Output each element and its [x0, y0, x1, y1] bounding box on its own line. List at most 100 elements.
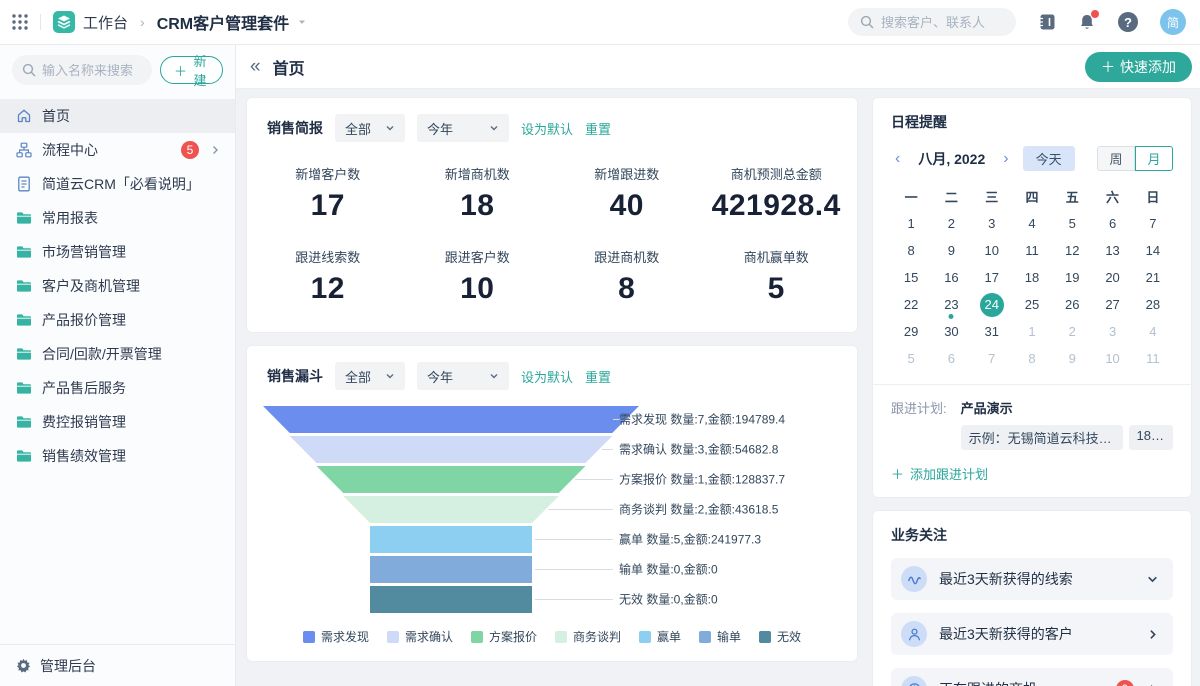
- today-button[interactable]: 今天: [1023, 146, 1075, 171]
- funnel-segment-4[interactable]: [370, 526, 532, 553]
- sidebar-item-5[interactable]: 客户及商机管理: [0, 269, 235, 303]
- calendar-day[interactable]: 1: [1012, 318, 1052, 345]
- calendar-day[interactable]: 2: [931, 210, 971, 237]
- brief-period-select[interactable]: 今年: [417, 114, 509, 142]
- calendar-day[interactable]: 16: [931, 264, 971, 291]
- calendar-day[interactable]: 3: [1092, 318, 1132, 345]
- legend-item-0[interactable]: 需求发现: [303, 628, 369, 645]
- notifications-bell-icon[interactable]: [1078, 13, 1096, 31]
- funnel-segment-5[interactable]: [370, 556, 532, 583]
- sidebar-item-9[interactable]: 费控报销管理: [0, 405, 235, 439]
- calendar-day[interactable]: 26: [1052, 291, 1092, 318]
- calendar-day[interactable]: 11: [1133, 345, 1173, 372]
- calendar-day-selected[interactable]: 24: [972, 291, 1012, 318]
- sidebar-item-7[interactable]: 合同/回款/开票管理: [0, 337, 235, 371]
- calendar-day[interactable]: 15: [891, 264, 931, 291]
- calendar-day[interactable]: 5: [1052, 210, 1092, 237]
- legend-item-6[interactable]: 无效: [759, 628, 801, 645]
- legend-item-3[interactable]: 商务谈判: [555, 628, 621, 645]
- sidebar-item-10[interactable]: 销售绩效管理: [0, 439, 235, 473]
- month-toggle-button[interactable]: 月: [1135, 146, 1173, 171]
- calendar-day[interactable]: 23: [931, 291, 971, 318]
- sidebar-search[interactable]: [12, 55, 152, 85]
- workspace-label[interactable]: 工作台: [83, 12, 128, 33]
- calendar-day[interactable]: 8: [891, 237, 931, 264]
- calendar-day[interactable]: 7: [972, 345, 1012, 372]
- funnel-segment-2[interactable]: [317, 466, 586, 493]
- brief-scope-select[interactable]: 全部: [335, 114, 405, 142]
- followup-title[interactable]: 产品演示: [961, 398, 1173, 417]
- funnel-segment-0[interactable]: [263, 406, 639, 433]
- calendar-day[interactable]: 7: [1133, 210, 1173, 237]
- global-search-input[interactable]: [881, 15, 996, 30]
- calendar-day[interactable]: 9: [931, 237, 971, 264]
- sidebar-item-6[interactable]: 产品报价管理: [0, 303, 235, 337]
- calendar-day[interactable]: 2: [1052, 318, 1092, 345]
- calendar-day[interactable]: 13: [1092, 237, 1132, 264]
- calendar-day[interactable]: 4: [1133, 318, 1173, 345]
- calendar-day[interactable]: 10: [1092, 345, 1132, 372]
- funnel-set-default-link[interactable]: 设为默认: [521, 367, 573, 386]
- funnel-reset-link[interactable]: 重置: [585, 367, 611, 386]
- add-followup-link[interactable]: ＋ 添加跟进计划: [891, 464, 1173, 483]
- app-switch-caret-icon[interactable]: [297, 17, 307, 27]
- funnel-segment-3[interactable]: [343, 496, 559, 523]
- legend-item-2[interactable]: 方案报价: [471, 628, 537, 645]
- calendar-day[interactable]: 30: [931, 318, 971, 345]
- calendar-day[interactable]: 1: [891, 210, 931, 237]
- sidebar-item-0[interactable]: 首页: [0, 99, 235, 133]
- calendar-day[interactable]: 12: [1052, 237, 1092, 264]
- contacts-book-icon[interactable]: [1038, 13, 1056, 31]
- sidebar-item-8[interactable]: 产品售后服务: [0, 371, 235, 405]
- calendar-day[interactable]: 19: [1052, 264, 1092, 291]
- calendar-day[interactable]: 3: [972, 210, 1012, 237]
- calendar-day[interactable]: 9: [1052, 345, 1092, 372]
- calendar-day[interactable]: 5: [891, 345, 931, 372]
- calendar-day[interactable]: 31: [972, 318, 1012, 345]
- funnel-scope-select[interactable]: 全部: [335, 362, 405, 390]
- funnel-segment-6[interactable]: [370, 586, 532, 613]
- collapse-sidebar-icon[interactable]: «: [244, 57, 267, 76]
- legend-item-4[interactable]: 赢单: [639, 628, 681, 645]
- legend-item-1[interactable]: 需求确认: [387, 628, 453, 645]
- calendar-day[interactable]: 29: [891, 318, 931, 345]
- new-button[interactable]: ＋新建: [160, 56, 223, 84]
- calendar-day[interactable]: 6: [931, 345, 971, 372]
- followup-company-tag[interactable]: 示例：无锡简道云科技有限...: [961, 425, 1123, 450]
- calendar-day[interactable]: 21: [1133, 264, 1173, 291]
- quick-add-button[interactable]: ＋快速添加: [1085, 52, 1192, 82]
- calendar-day[interactable]: 28: [1133, 291, 1173, 318]
- calendar-day[interactable]: 22: [891, 291, 931, 318]
- calendar-day[interactable]: 17: [972, 264, 1012, 291]
- sidebar-item-1[interactable]: 流程中心5: [0, 133, 235, 167]
- avatar[interactable]: 简: [1160, 9, 1186, 35]
- sidebar-item-4[interactable]: 市场营销管理: [0, 235, 235, 269]
- brief-set-default-link[interactable]: 设为默认: [521, 119, 573, 138]
- business-row-0[interactable]: 最近3天新获得的线索: [891, 558, 1173, 600]
- calendar-day[interactable]: 27: [1092, 291, 1132, 318]
- funnel-segment-1[interactable]: [290, 436, 613, 463]
- calendar-day[interactable]: 20: [1092, 264, 1132, 291]
- calendar-day[interactable]: 18: [1012, 264, 1052, 291]
- calendar-day[interactable]: 6: [1092, 210, 1132, 237]
- calendar-day[interactable]: 11: [1012, 237, 1052, 264]
- calendar-day[interactable]: 25: [1012, 291, 1052, 318]
- business-row-1[interactable]: 最近3天新获得的客户: [891, 613, 1173, 655]
- prev-month-icon[interactable]: ‹: [891, 151, 904, 167]
- help-icon[interactable]: ?: [1118, 12, 1138, 32]
- calendar-day[interactable]: 10: [972, 237, 1012, 264]
- calendar-day[interactable]: 8: [1012, 345, 1052, 372]
- sidebar-search-input[interactable]: [42, 63, 142, 78]
- app-title[interactable]: CRM客户管理套件: [157, 10, 289, 34]
- apps-grid-icon[interactable]: [12, 14, 28, 30]
- legend-item-5[interactable]: 输单: [699, 628, 741, 645]
- sidebar-item-3[interactable]: 常用报表: [0, 201, 235, 235]
- brief-reset-link[interactable]: 重置: [585, 119, 611, 138]
- next-month-icon[interactable]: ›: [999, 151, 1012, 167]
- week-toggle-button[interactable]: 周: [1097, 146, 1135, 171]
- global-search[interactable]: [848, 8, 1016, 36]
- admin-backend-button[interactable]: 管理后台: [0, 644, 235, 686]
- funnel-period-select[interactable]: 今年: [417, 362, 509, 390]
- calendar-day[interactable]: 4: [1012, 210, 1052, 237]
- calendar-day[interactable]: 14: [1133, 237, 1173, 264]
